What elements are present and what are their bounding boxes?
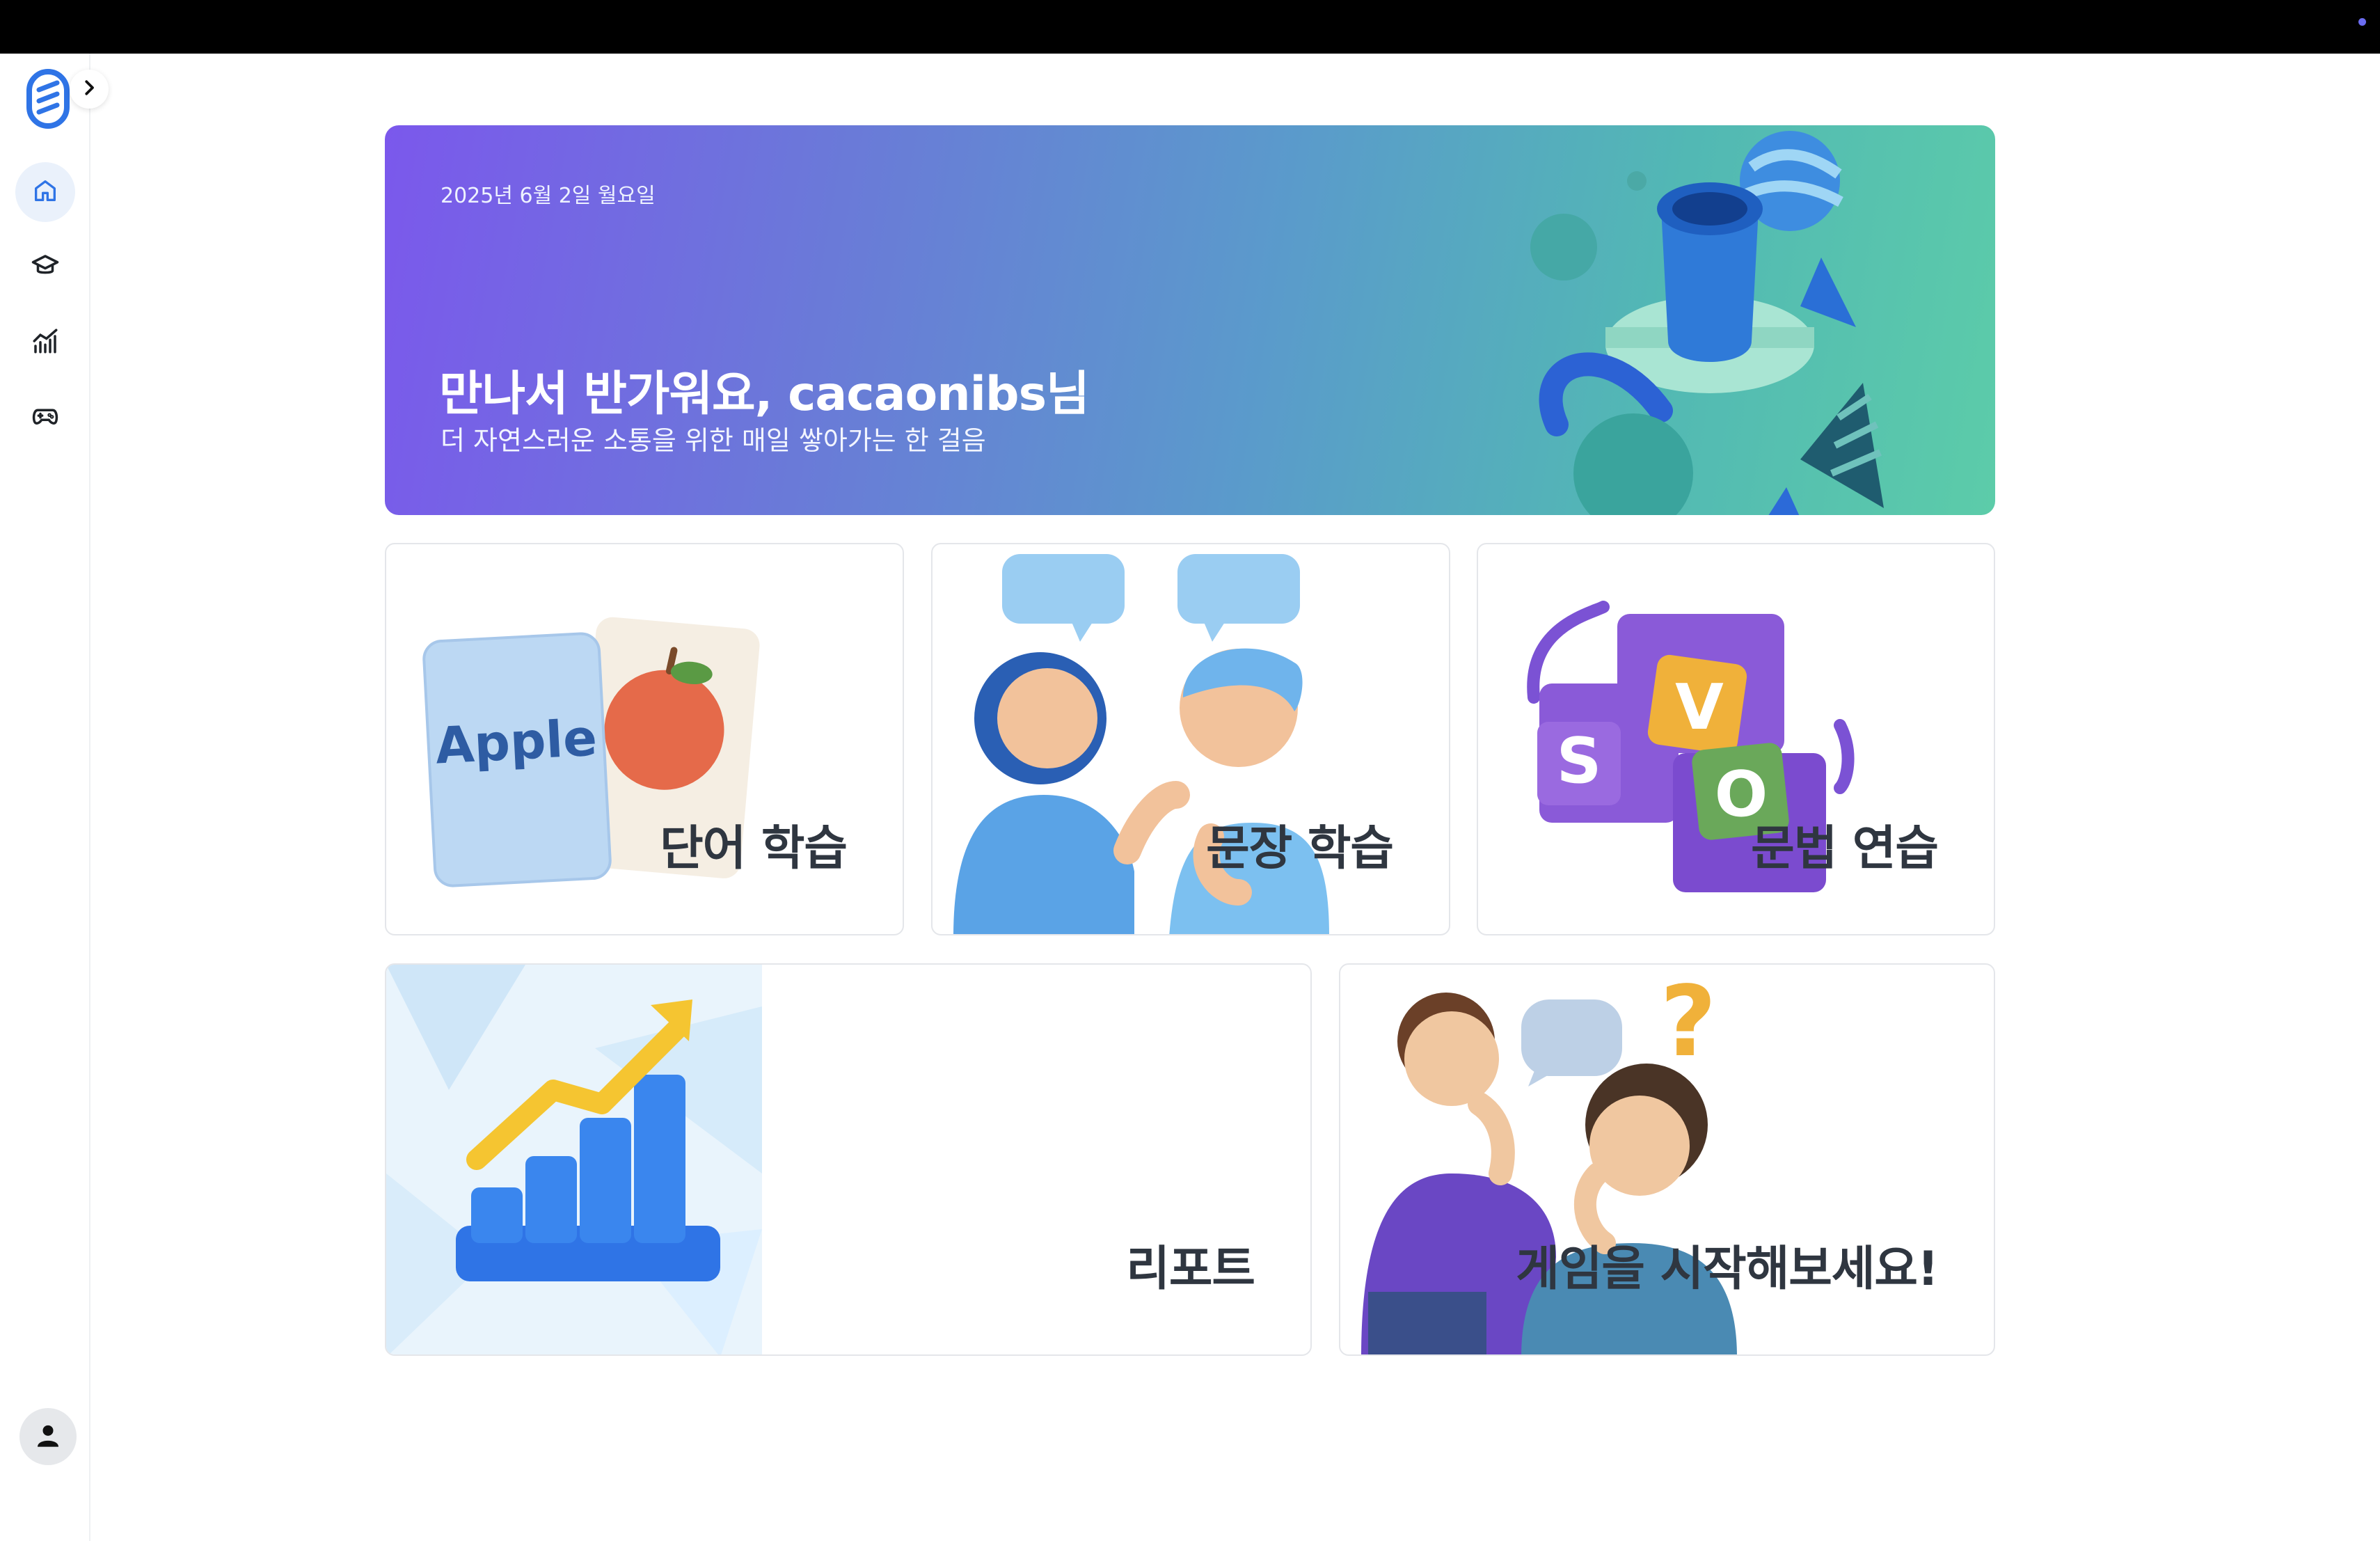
tile-s-text: S bbox=[1557, 725, 1602, 798]
growth-chart-image bbox=[386, 965, 762, 1354]
user-icon bbox=[34, 1421, 62, 1452]
status-dot bbox=[2358, 18, 2366, 26]
card-report-label: 리포트 bbox=[1126, 1242, 1255, 1297]
chart-icon bbox=[31, 326, 60, 358]
card-grammar-practice[interactable]: S V O 문법 연습 bbox=[1477, 543, 1995, 935]
card-game-label: 게임을 시작해보세요! bbox=[1516, 1242, 1939, 1297]
graduation-cap-icon bbox=[31, 251, 60, 283]
logo-icon[interactable] bbox=[25, 68, 71, 130]
card-word-label: 단어 학습 bbox=[660, 821, 848, 876]
sidebar-item-learning[interactable] bbox=[15, 237, 75, 297]
home-icon bbox=[31, 177, 59, 207]
top-bar bbox=[0, 0, 2380, 54]
profile-avatar[interactable] bbox=[19, 1408, 77, 1465]
sidebar-item-game[interactable] bbox=[15, 388, 75, 448]
sidebar bbox=[0, 54, 90, 1541]
card-game[interactable]: ? 게임을 시작해보세요! bbox=[1339, 963, 1995, 1356]
card-sentence-learning[interactable]: 문장 학습 bbox=[931, 543, 1450, 935]
card-sentence-label: 문장 학습 bbox=[1206, 821, 1394, 876]
apple-card-text: Apple bbox=[434, 709, 598, 775]
sidebar-item-home[interactable] bbox=[15, 162, 75, 222]
card-grammar-label: 문법 연습 bbox=[1751, 821, 1939, 876]
tile-v-text: V bbox=[1675, 671, 1724, 744]
banner-subtitle: 더 자연스러운 소통을 위한 매일 쌓아가는 한 걸음 bbox=[441, 425, 986, 456]
card-report[interactable]: 리포트 bbox=[385, 963, 1312, 1356]
banner-3d-shapes-image bbox=[1530, 131, 1884, 515]
banner-greeting: 만나서 반가워요, cacaonibs님 bbox=[439, 367, 1090, 422]
card-word-learning[interactable]: Apple 단어 학습 bbox=[385, 543, 904, 935]
sidebar-expand-button[interactable] bbox=[70, 70, 109, 109]
chevron-right-icon bbox=[79, 77, 100, 101]
sidebar-item-report[interactable] bbox=[15, 313, 75, 372]
welcome-banner: 2025년 6월 2일 월요일 만나서 반가워요, cacaonibs님 더 자… bbox=[385, 125, 1995, 515]
question-mark-icon: ? bbox=[1660, 965, 1716, 1079]
banner-date: 2025년 6월 2일 월요일 bbox=[441, 184, 656, 208]
gamepad-icon bbox=[31, 402, 60, 434]
